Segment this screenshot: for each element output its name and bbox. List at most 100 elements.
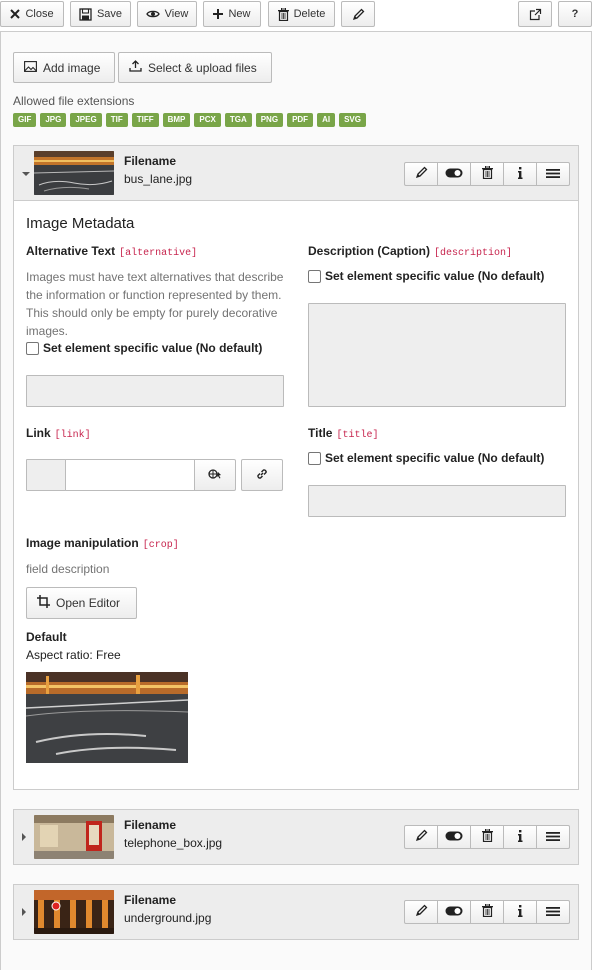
info-icon (517, 904, 523, 920)
edit-metadata-button[interactable] (404, 900, 438, 924)
drag-handle[interactable] (536, 900, 570, 924)
save-button[interactable]: Save (70, 1, 131, 27)
upload-icon (129, 60, 142, 75)
extension-badges: GIF JPG JPEG TIF TIFF BMP PCX TGA PNG PD… (13, 113, 366, 127)
image-icon (24, 60, 37, 75)
extension-badge: PDF (287, 113, 314, 127)
extension-badge: JPG (40, 113, 67, 127)
crop-tag: [crop] (142, 540, 179, 551)
file-thumbnail (34, 815, 114, 859)
file-actions (404, 825, 570, 849)
alt-text-tag: [alternative] (119, 248, 198, 259)
alt-text-override[interactable]: Set element specific value (No default) (26, 341, 262, 355)
file-thumbnail (34, 890, 114, 934)
filename: underground.jpg (124, 911, 212, 925)
delete-file-button[interactable] (470, 900, 504, 924)
close-button[interactable]: Close (0, 1, 64, 27)
help-button[interactable]: ? (558, 1, 592, 27)
toggle-visibility-button[interactable] (437, 900, 471, 924)
image-metadata-title: Image Metadata (26, 215, 135, 232)
link-input[interactable] (65, 459, 196, 491)
delete-file-button[interactable] (470, 825, 504, 849)
delete-file-button[interactable] (470, 162, 504, 186)
filename-heading: Filename (124, 154, 177, 168)
delete-button[interactable]: Delete (268, 1, 335, 27)
extension-badge: GIF (13, 113, 37, 127)
save-icon (79, 7, 92, 21)
extension-badge: TIF (105, 113, 128, 127)
extension-badge: TGA (224, 113, 252, 127)
description-label: Description (Caption) [description] (308, 244, 513, 259)
title-input[interactable] (308, 485, 566, 517)
eye-icon (145, 9, 160, 19)
edit-metadata-button[interactable] (404, 825, 438, 849)
edit-metadata-button[interactable] (404, 162, 438, 186)
pencil-icon (415, 829, 428, 845)
edit-button[interactable] (341, 1, 375, 27)
panel-header[interactable]: Filename telephone_box.jpg (14, 810, 578, 864)
info-button[interactable] (503, 825, 537, 849)
alt-text-help: Images must have text alternatives that … (26, 270, 284, 338)
toggle-icon (445, 167, 463, 181)
open-new-window-button[interactable] (518, 1, 552, 27)
caret-right-icon[interactable] (22, 908, 26, 916)
panel-header[interactable]: Filename underground.jpg (14, 885, 578, 939)
select-upload-button[interactable]: Select & upload files (118, 52, 272, 83)
bars-icon (546, 905, 560, 919)
open-editor-button[interactable]: Open Editor (26, 587, 137, 619)
alt-text-label: Alternative Text [alternative] (26, 244, 198, 259)
description-tag: [description] (434, 248, 513, 259)
close-icon (10, 9, 21, 19)
description-override[interactable]: Set element specific value (No default) (308, 269, 544, 283)
link-prefix (26, 459, 66, 491)
caret-down-icon[interactable] (22, 172, 30, 176)
checkbox[interactable] (308, 269, 321, 283)
panel-header[interactable]: Filename bus_lane.jpg (14, 146, 578, 201)
toggle-visibility-button[interactable] (437, 825, 471, 849)
extension-badge: TIFF (131, 113, 159, 127)
link-tag: [link] (54, 430, 91, 441)
extension-badge: PNG (255, 113, 284, 127)
drag-handle[interactable] (536, 162, 570, 186)
file-actions (404, 162, 570, 186)
trash-icon (481, 903, 493, 920)
link-wizard-icon (207, 467, 223, 484)
filename: telephone_box.jpg (124, 836, 223, 850)
description-textarea[interactable] (308, 303, 566, 407)
drag-handle[interactable] (536, 825, 570, 849)
checkbox[interactable] (308, 451, 321, 465)
trash-icon (481, 828, 493, 845)
toggle-visibility-button[interactable] (437, 162, 471, 186)
title-override[interactable]: Set element specific value (No default) (308, 451, 544, 465)
info-icon (517, 829, 523, 845)
toggle-icon (445, 905, 463, 919)
add-image-button[interactable]: Add image (13, 52, 115, 83)
link-label: Link [link] (26, 426, 91, 441)
file-thumbnail (34, 151, 114, 195)
extension-badge: SVG (339, 113, 366, 127)
external-link-icon (529, 8, 542, 21)
info-button[interactable] (503, 162, 537, 186)
extension-badge: BMP (162, 113, 191, 127)
crop-preview-image (25, 672, 189, 763)
new-button[interactable]: New (203, 1, 261, 27)
bars-icon (546, 830, 560, 844)
pencil-icon (415, 166, 428, 182)
info-button[interactable] (503, 900, 537, 924)
link-browser-button[interactable] (194, 459, 236, 491)
pencil-icon (415, 904, 428, 920)
extension-badge: PCX (194, 113, 221, 127)
caret-right-icon[interactable] (22, 833, 26, 841)
trash-icon (481, 165, 493, 182)
link-open-button[interactable] (241, 459, 283, 491)
crop-help: field description (26, 562, 110, 576)
trash-icon (277, 7, 289, 21)
filename-heading: Filename (124, 893, 177, 907)
view-button[interactable]: View (137, 1, 197, 27)
checkbox[interactable] (26, 341, 39, 355)
pencil-icon (352, 8, 365, 21)
alt-text-input[interactable] (26, 375, 284, 407)
file-reference-panel: Filename underground.jpg (13, 884, 579, 940)
docheader-toolbar: Close Save View New Delete ? (0, 0, 592, 30)
info-icon (517, 166, 523, 182)
